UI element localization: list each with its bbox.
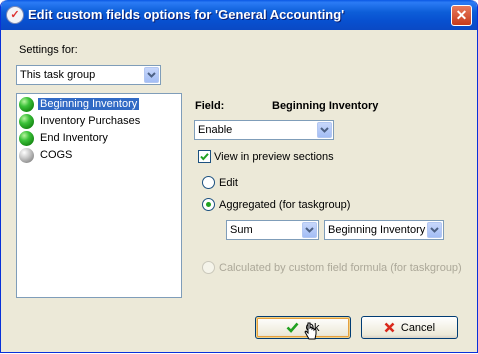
aggregated-radio[interactable] <box>202 198 215 211</box>
ok-button[interactable]: Ok <box>255 316 351 339</box>
settings-for-label: Settings for: <box>19 44 78 56</box>
edit-radio[interactable] <box>202 176 215 189</box>
field-label: Field: <box>195 100 225 112</box>
window-title: Edit custom fields options for 'General … <box>28 7 345 22</box>
edit-radio-label[interactable]: Edit <box>219 177 238 189</box>
radio-selected-dot <box>206 202 211 207</box>
aggregated-radio-label[interactable]: Aggregated (for taskgroup) <box>219 199 350 211</box>
enable-dropdown[interactable]: Enable <box>194 120 334 140</box>
aggregate-field-value: Beginning Inventory <box>328 224 426 236</box>
checkmark-icon <box>200 153 209 161</box>
settings-for-value: This task group <box>20 69 96 81</box>
aggregate-function-value: Sum <box>230 224 253 236</box>
cancel-button-label: Cancel <box>400 321 436 334</box>
list-item-label: COGS <box>40 149 73 161</box>
cross-icon <box>384 322 395 333</box>
close-button[interactable]: ✕ <box>451 5 472 26</box>
mouse-cursor-icon <box>304 322 318 345</box>
cancel-button[interactable]: Cancel <box>361 316 458 339</box>
calculated-radio-label: Calculated by custom field formula (for … <box>219 262 462 274</box>
custom-fields-list[interactable]: Beginning Inventory Inventory Purchases … <box>16 93 182 298</box>
aggregate-field-dropdown[interactable]: Beginning Inventory <box>324 220 444 240</box>
dialog-window: ✓ Edit custom fields options for 'Genera… <box>0 0 478 353</box>
settings-for-dropdown[interactable]: This task group <box>16 65 161 85</box>
chevron-down-icon[interactable] <box>427 222 442 238</box>
view-in-preview-label[interactable]: View in preview sections <box>214 151 334 163</box>
calculated-radio[interactable] <box>202 261 215 274</box>
checkmark-icon <box>286 322 299 333</box>
aggregate-function-dropdown[interactable]: Sum <box>226 220 319 240</box>
status-green-icon <box>19 131 34 146</box>
list-item-label: Beginning Inventory <box>38 98 140 110</box>
list-item-beginning-inventory[interactable]: Beginning Inventory <box>19 97 179 113</box>
chevron-down-icon[interactable] <box>144 67 159 83</box>
title-bar[interactable]: ✓ Edit custom fields options for 'Genera… <box>1 0 477 30</box>
list-item-label: End Inventory <box>40 132 108 144</box>
list-item-cogs[interactable]: COGS <box>19 148 179 164</box>
chevron-down-icon[interactable] <box>302 222 317 238</box>
list-item-label: Inventory Purchases <box>40 115 141 127</box>
enable-value: Enable <box>198 124 233 136</box>
field-name: Beginning Inventory <box>272 100 379 112</box>
chevron-down-icon[interactable] <box>317 122 332 138</box>
list-item-end-inventory[interactable]: End Inventory <box>19 131 179 147</box>
view-in-preview-checkbox[interactable] <box>198 150 211 163</box>
list-item-inventory-purchases[interactable]: Inventory Purchases <box>19 114 179 130</box>
status-green-icon <box>19 114 34 129</box>
app-icon: ✓ <box>6 6 24 24</box>
status-green-icon <box>19 97 34 112</box>
status-gray-icon <box>19 148 34 163</box>
